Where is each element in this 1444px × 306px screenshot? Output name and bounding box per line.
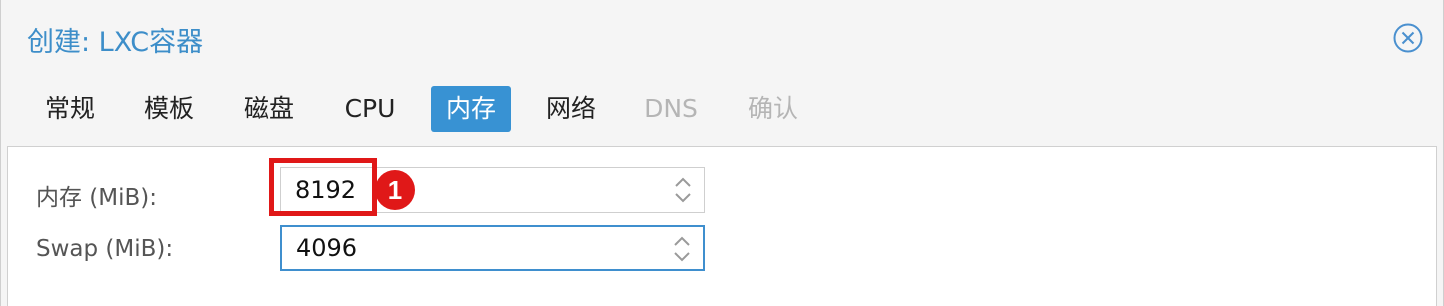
- swap-value[interactable]: 4096: [296, 227, 357, 269]
- tab-general[interactable]: 常规: [31, 86, 109, 132]
- close-circle-icon: [1393, 23, 1423, 53]
- swap-input[interactable]: 4096: [280, 225, 705, 271]
- wizard-tabs: 常规 模板 磁盘 CPU 内存 网络 DNS 确认: [1, 86, 1443, 132]
- spinner-arrows-icon[interactable]: [671, 233, 693, 265]
- tab-cpu[interactable]: CPU: [330, 86, 410, 132]
- tab-dns: DNS: [644, 94, 698, 123]
- tab-disk[interactable]: 磁盘: [230, 86, 308, 132]
- tab-memory[interactable]: 内存: [431, 86, 511, 132]
- dialog-title: 创建: LXC容器: [27, 27, 204, 58]
- annotation-step-badge: 1: [375, 170, 415, 210]
- tab-network[interactable]: 网络: [532, 86, 610, 132]
- tab-confirm: 确认: [747, 94, 798, 123]
- dialog-header: 创建: LXC容器: [1, 0, 1443, 76]
- close-button[interactable]: [1392, 22, 1424, 54]
- spinner-arrows-icon[interactable]: [672, 174, 694, 206]
- memory-panel: 内存 (MiB): 8192 Swap (MiB): 4096 1: [7, 146, 1437, 306]
- tab-template[interactable]: 模板: [130, 86, 208, 132]
- swap-label: Swap (MiB):: [36, 236, 174, 262]
- memory-label: 内存 (MiB):: [36, 185, 158, 211]
- lxc-create-dialog: 创建: LXC容器 常规 模板 磁盘 CPU 内存 网络 DNS 确认 内存 (…: [0, 0, 1444, 306]
- annotation-highlight-box: [269, 158, 377, 216]
